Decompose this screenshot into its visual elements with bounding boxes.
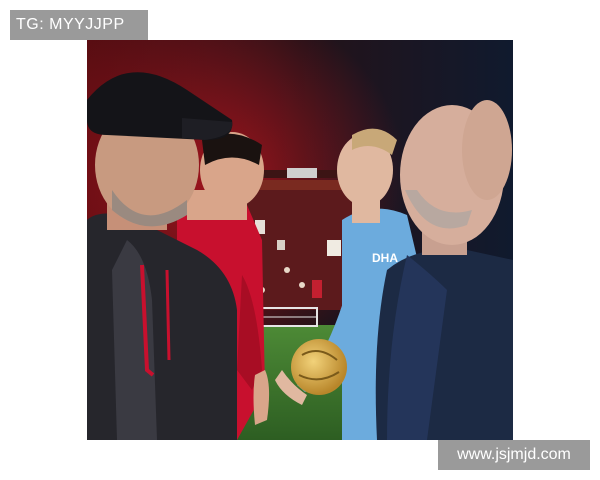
- website-watermark: www.jsjmjd.com: [438, 440, 590, 470]
- telegram-watermark: TG: MYYJJPP: [10, 10, 148, 40]
- football: [291, 339, 347, 395]
- jersey-text: DHA: [372, 251, 398, 265]
- football-managers-photo: DHA: [87, 40, 513, 440]
